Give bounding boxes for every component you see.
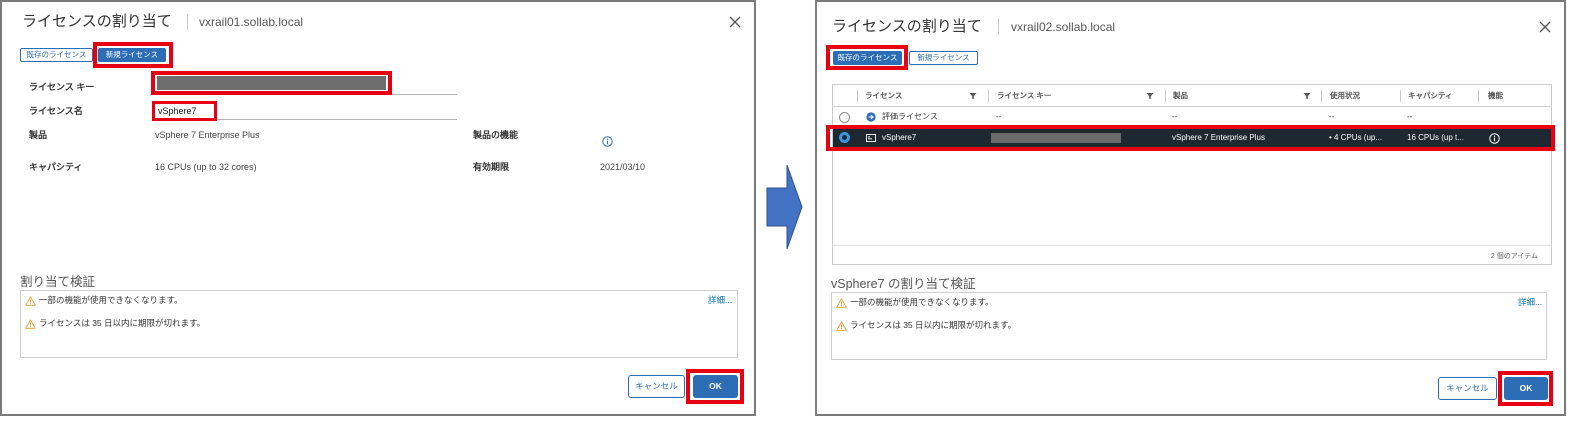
filter-icon[interactable] bbox=[1303, 92, 1311, 100]
table-footer-divider bbox=[833, 245, 1551, 246]
assign-license-dialog-vxrail02: ライセンスの割り当て vxrail02.sollab.local 既存のライセン… bbox=[815, 0, 1566, 416]
warning-text: 一部の機能が使用できなくなります。 bbox=[39, 295, 183, 305]
validation-warning: 一部の機能が使用できなくなります。 bbox=[25, 295, 325, 307]
column-separator[interactable] bbox=[1321, 90, 1322, 102]
close-icon[interactable] bbox=[1539, 21, 1551, 33]
validation-box: 一部の機能が使用できなくなります。 詳細... ライセンスは 35 日以内に期限… bbox=[831, 292, 1547, 360]
capacity-cell: -- bbox=[1407, 112, 1413, 121]
row-radio[interactable] bbox=[839, 112, 850, 123]
close-icon[interactable] bbox=[729, 16, 741, 28]
capacity-label: キャパシティ bbox=[29, 162, 83, 172]
warning-text: 一部の機能が使用できなくなります。 bbox=[850, 297, 994, 307]
usage-cell: -- bbox=[1329, 112, 1335, 121]
validation-warning: ライセンスは 35 日以内に期限が切れます。 bbox=[25, 318, 325, 330]
filter-icon[interactable] bbox=[1146, 92, 1154, 100]
column-header-features[interactable]: 機能 bbox=[1488, 91, 1503, 101]
details-link[interactable]: 詳細... bbox=[1518, 297, 1542, 308]
column-header-license[interactable]: ライセンス bbox=[865, 91, 902, 101]
title-separator bbox=[187, 14, 188, 30]
cancel-button[interactable]: キャンセル bbox=[628, 375, 685, 398]
filter-icon[interactable] bbox=[969, 92, 977, 100]
license-name-cell: 評価ライセンス bbox=[882, 112, 938, 121]
column-separator[interactable] bbox=[857, 90, 858, 102]
host-name: vxrail02.sollab.local bbox=[1011, 20, 1116, 34]
warning-text: ライセンスは 35 日以内に期限が切れます。 bbox=[39, 318, 206, 328]
license-table: ライセンス ライセンス キー 製品 使用状況 キャパシティ 機能 評価ライセンス… bbox=[832, 84, 1552, 265]
license-key-cell: -- bbox=[996, 112, 1002, 121]
tab-new-license[interactable]: 新規ライセンス bbox=[909, 51, 978, 65]
warning-text: ライセンスは 35 日以内に期限が切れます。 bbox=[850, 320, 1017, 330]
annotation-highlight bbox=[686, 369, 744, 404]
expiration-value: 2021/03/10 bbox=[600, 162, 646, 172]
license-name-label: ライセンス名 bbox=[29, 106, 83, 116]
product-label: 製品 bbox=[29, 130, 48, 140]
dialog-title: ライセンスの割り当て bbox=[22, 13, 172, 30]
product-value: vSphere 7 Enterprise Plus bbox=[155, 130, 260, 140]
dialog-title: ライセンスの割り当て bbox=[832, 18, 982, 35]
warning-icon bbox=[836, 320, 847, 331]
license-key-label: ライセンス キー bbox=[29, 82, 95, 92]
validation-box: 一部の機能が使用できなくなります。 詳細... ライセンスは 35 日以内に期限… bbox=[20, 290, 738, 358]
column-separator[interactable] bbox=[1400, 90, 1401, 102]
item-count: 2 個のアイテム bbox=[1490, 253, 1538, 260]
annotation-highlight bbox=[151, 71, 392, 95]
product-cell: -- bbox=[1172, 112, 1178, 121]
product-features-label: 製品の機能 bbox=[473, 130, 519, 140]
warning-icon bbox=[25, 318, 36, 329]
column-header-product[interactable]: 製品 bbox=[1173, 91, 1188, 101]
expiration-label: 有効期限 bbox=[473, 162, 510, 172]
host-name: vxrail01.sollab.local bbox=[199, 15, 304, 29]
annotation-highlight bbox=[152, 101, 217, 121]
title-separator bbox=[998, 19, 999, 35]
validation-warning: ライセンスは 35 日以内に期限が切れます。 bbox=[836, 320, 1136, 332]
column-separator[interactable] bbox=[1478, 90, 1479, 102]
validation-title: vSphere7 の割り当て検証 bbox=[831, 277, 976, 291]
column-header-license-key[interactable]: ライセンス キー bbox=[997, 91, 1051, 101]
evaluation-license-icon bbox=[866, 112, 876, 122]
info-icon[interactable] bbox=[602, 136, 613, 147]
column-header-usage[interactable]: 使用状況 bbox=[1330, 91, 1360, 101]
annotation-highlight bbox=[826, 45, 908, 70]
column-separator[interactable] bbox=[988, 90, 989, 102]
warning-icon bbox=[25, 295, 36, 306]
cancel-button[interactable]: キャンセル bbox=[1438, 377, 1497, 400]
annotation-highlight bbox=[826, 125, 1555, 151]
column-header-capacity[interactable]: キャパシティ bbox=[1408, 91, 1453, 101]
assign-license-dialog-vxrail01: ライセンスの割り当て vxrail01.sollab.local 既存のライセン… bbox=[0, 0, 756, 416]
transition-arrow bbox=[766, 164, 803, 250]
validation-warning: 一部の機能が使用できなくなります。 bbox=[836, 297, 1136, 309]
validation-title: 割り当て検証 bbox=[20, 275, 96, 289]
tab-existing-license[interactable]: 既存のライセンス bbox=[20, 48, 93, 62]
annotation-highlight bbox=[1498, 371, 1553, 406]
annotation-highlight bbox=[93, 42, 173, 68]
details-link[interactable]: 詳細... bbox=[708, 295, 732, 306]
column-separator[interactable] bbox=[1165, 90, 1166, 102]
capacity-value: 16 CPUs (up to 32 cores) bbox=[155, 162, 257, 172]
warning-icon bbox=[836, 297, 847, 308]
table-header: ライセンス ライセンス キー 製品 使用状況 キャパシティ 機能 bbox=[833, 85, 1551, 107]
